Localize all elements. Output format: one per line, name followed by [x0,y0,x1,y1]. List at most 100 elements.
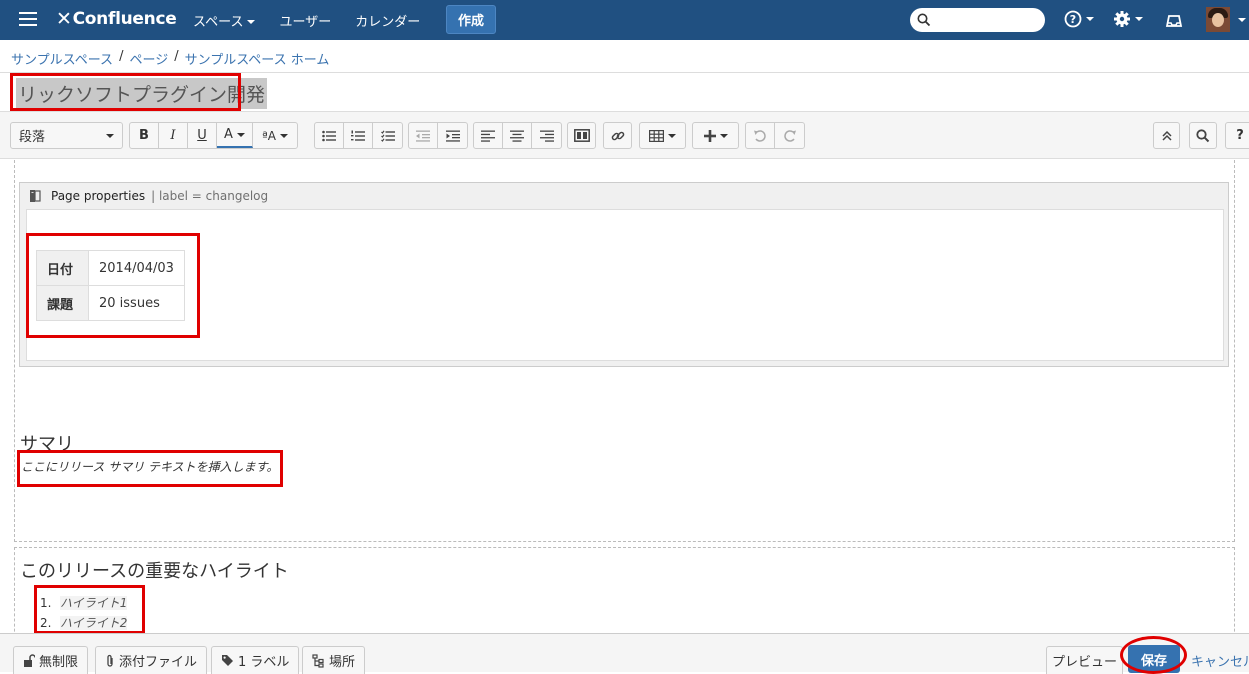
search-icon [1196,128,1210,142]
align-center-button[interactable] [503,123,532,148]
confluence-logo[interactable]: ✕ Confluence [56,8,177,30]
page-properties-macro[interactable]: Page properties | label = changelog [19,182,1229,367]
macro-body[interactable] [26,209,1224,361]
annotation-box-properties [26,233,200,338]
task-list-button[interactable] [373,123,402,148]
highlights-heading[interactable]: このリリースの重要なハイライト [20,557,289,583]
align-right-icon [539,130,554,142]
page-tree-icon [312,653,324,668]
undo-icon [754,129,766,142]
redo-button[interactable] [775,123,804,148]
chevron-down-icon [279,133,288,138]
chevron-down-icon [1086,17,1094,21]
page-properties-icon [30,190,41,202]
paragraph-style-select[interactable]: 段落 [10,122,123,149]
location-button[interactable]: 場所 [302,646,366,674]
text-format-group: B I U A ªA [129,122,298,149]
editor-help-button[interactable]: ? [1225,122,1249,149]
chevron-down-icon[interactable] [1238,18,1246,22]
main-nav: スペース ユーザー カレンダー [193,0,444,40]
labels-button[interactable]: 1 ラベル [211,646,300,674]
undo-button[interactable] [746,123,775,148]
more-formatting-button[interactable]: ªA [253,123,297,148]
double-chevron-up-icon [1161,130,1172,141]
restrictions-label: 無制限 [39,655,79,670]
question-icon: ? [1236,128,1244,143]
plus-icon [703,129,716,142]
table-icon [649,129,664,142]
annotation-box-highlights [34,585,145,634]
more-formatting-label: ªA [262,128,276,143]
bullet-list-icon [322,130,336,141]
breadcrumb-separator: / [119,49,124,64]
svg-text:?: ? [1070,13,1076,26]
breadcrumb-item-home[interactable]: サンプルスペース ホーム [185,49,330,68]
bold-button[interactable]: B [130,123,159,148]
breadcrumb: サンプルスペース / ページ / サンプルスペース ホーム [11,49,329,68]
italic-button[interactable]: I [159,123,188,148]
preview-button[interactable]: プレビュー [1046,646,1124,674]
breadcrumb-item-pages[interactable]: ページ [129,49,168,68]
underline-button[interactable]: U [188,123,217,148]
cancel-link[interactable]: キャンセル [1191,651,1249,670]
user-avatar[interactable] [1206,7,1230,32]
collapse-toolbar-button[interactable] [1153,122,1180,149]
editor-footer: 無制限 添付ファイル 1 ラベル 場所 プレビュー [0,633,1249,674]
chevron-down-icon [668,133,676,138]
align-left-button[interactable] [474,123,503,148]
breadcrumb-item-space[interactable]: サンプルスペース [11,49,113,68]
text-color-label: A [224,127,233,142]
create-button[interactable]: 作成 [446,5,496,34]
task-list-icon [380,129,395,142]
annotation-box-title [10,73,241,111]
labels-label: 1 ラベル [238,655,290,670]
history-group [745,122,805,149]
annotation-ellipse-save [1120,636,1187,674]
indent-icon [445,130,460,142]
avatar-face [1212,13,1224,27]
align-left-icon [481,130,495,142]
link-icon [611,131,624,140]
confluence-logo-icon: ✕ [56,8,72,30]
unlock-icon [24,653,35,667]
chevron-down-icon [247,20,256,24]
nav-spaces-label: スペース [193,14,244,30]
menu-icon[interactable] [19,12,37,26]
align-center-icon [510,130,524,142]
attachments-button[interactable]: 添付ファイル [95,646,208,674]
indent-button[interactable] [438,123,467,148]
redo-icon [783,129,796,142]
numbered-list-button[interactable] [344,123,373,148]
search-input[interactable] [910,8,1045,32]
outdent-button[interactable] [409,123,438,148]
breadcrumb-separator: / [174,49,179,64]
tag-icon [222,655,233,666]
insert-link-button[interactable] [603,122,632,149]
find-replace-button[interactable] [1189,122,1217,149]
paperclip-icon [107,654,113,667]
nav-users[interactable]: ユーザー [279,11,331,30]
help-menu[interactable]: ? [1064,10,1094,28]
paragraph-style-label: 段落 [19,130,46,145]
notifications-button[interactable] [1165,11,1183,33]
chevron-down-icon [236,132,245,137]
nav-spaces[interactable]: スペース [193,11,256,30]
page-layout-button[interactable] [567,122,596,149]
numbered-list-icon [351,130,365,141]
settings-menu[interactable] [1113,10,1143,28]
inbox-icon [1165,15,1183,27]
annotation-box-summary [17,450,283,487]
attachments-label: 添付ファイル [119,655,198,670]
nav-calendar[interactable]: カレンダー [355,11,420,30]
insert-table-button[interactable] [639,122,686,149]
text-color-button[interactable]: A [217,123,253,148]
restrictions-button[interactable]: 無制限 [13,646,89,674]
search-icon [917,13,931,27]
insert-more-button[interactable] [692,122,739,149]
alignment-group [473,122,562,149]
align-right-button[interactable] [532,123,561,148]
macro-params: | label = changelog [151,189,269,203]
outdent-icon [416,130,430,142]
bullet-list-button[interactable] [315,123,344,148]
location-label: 場所 [329,655,356,670]
